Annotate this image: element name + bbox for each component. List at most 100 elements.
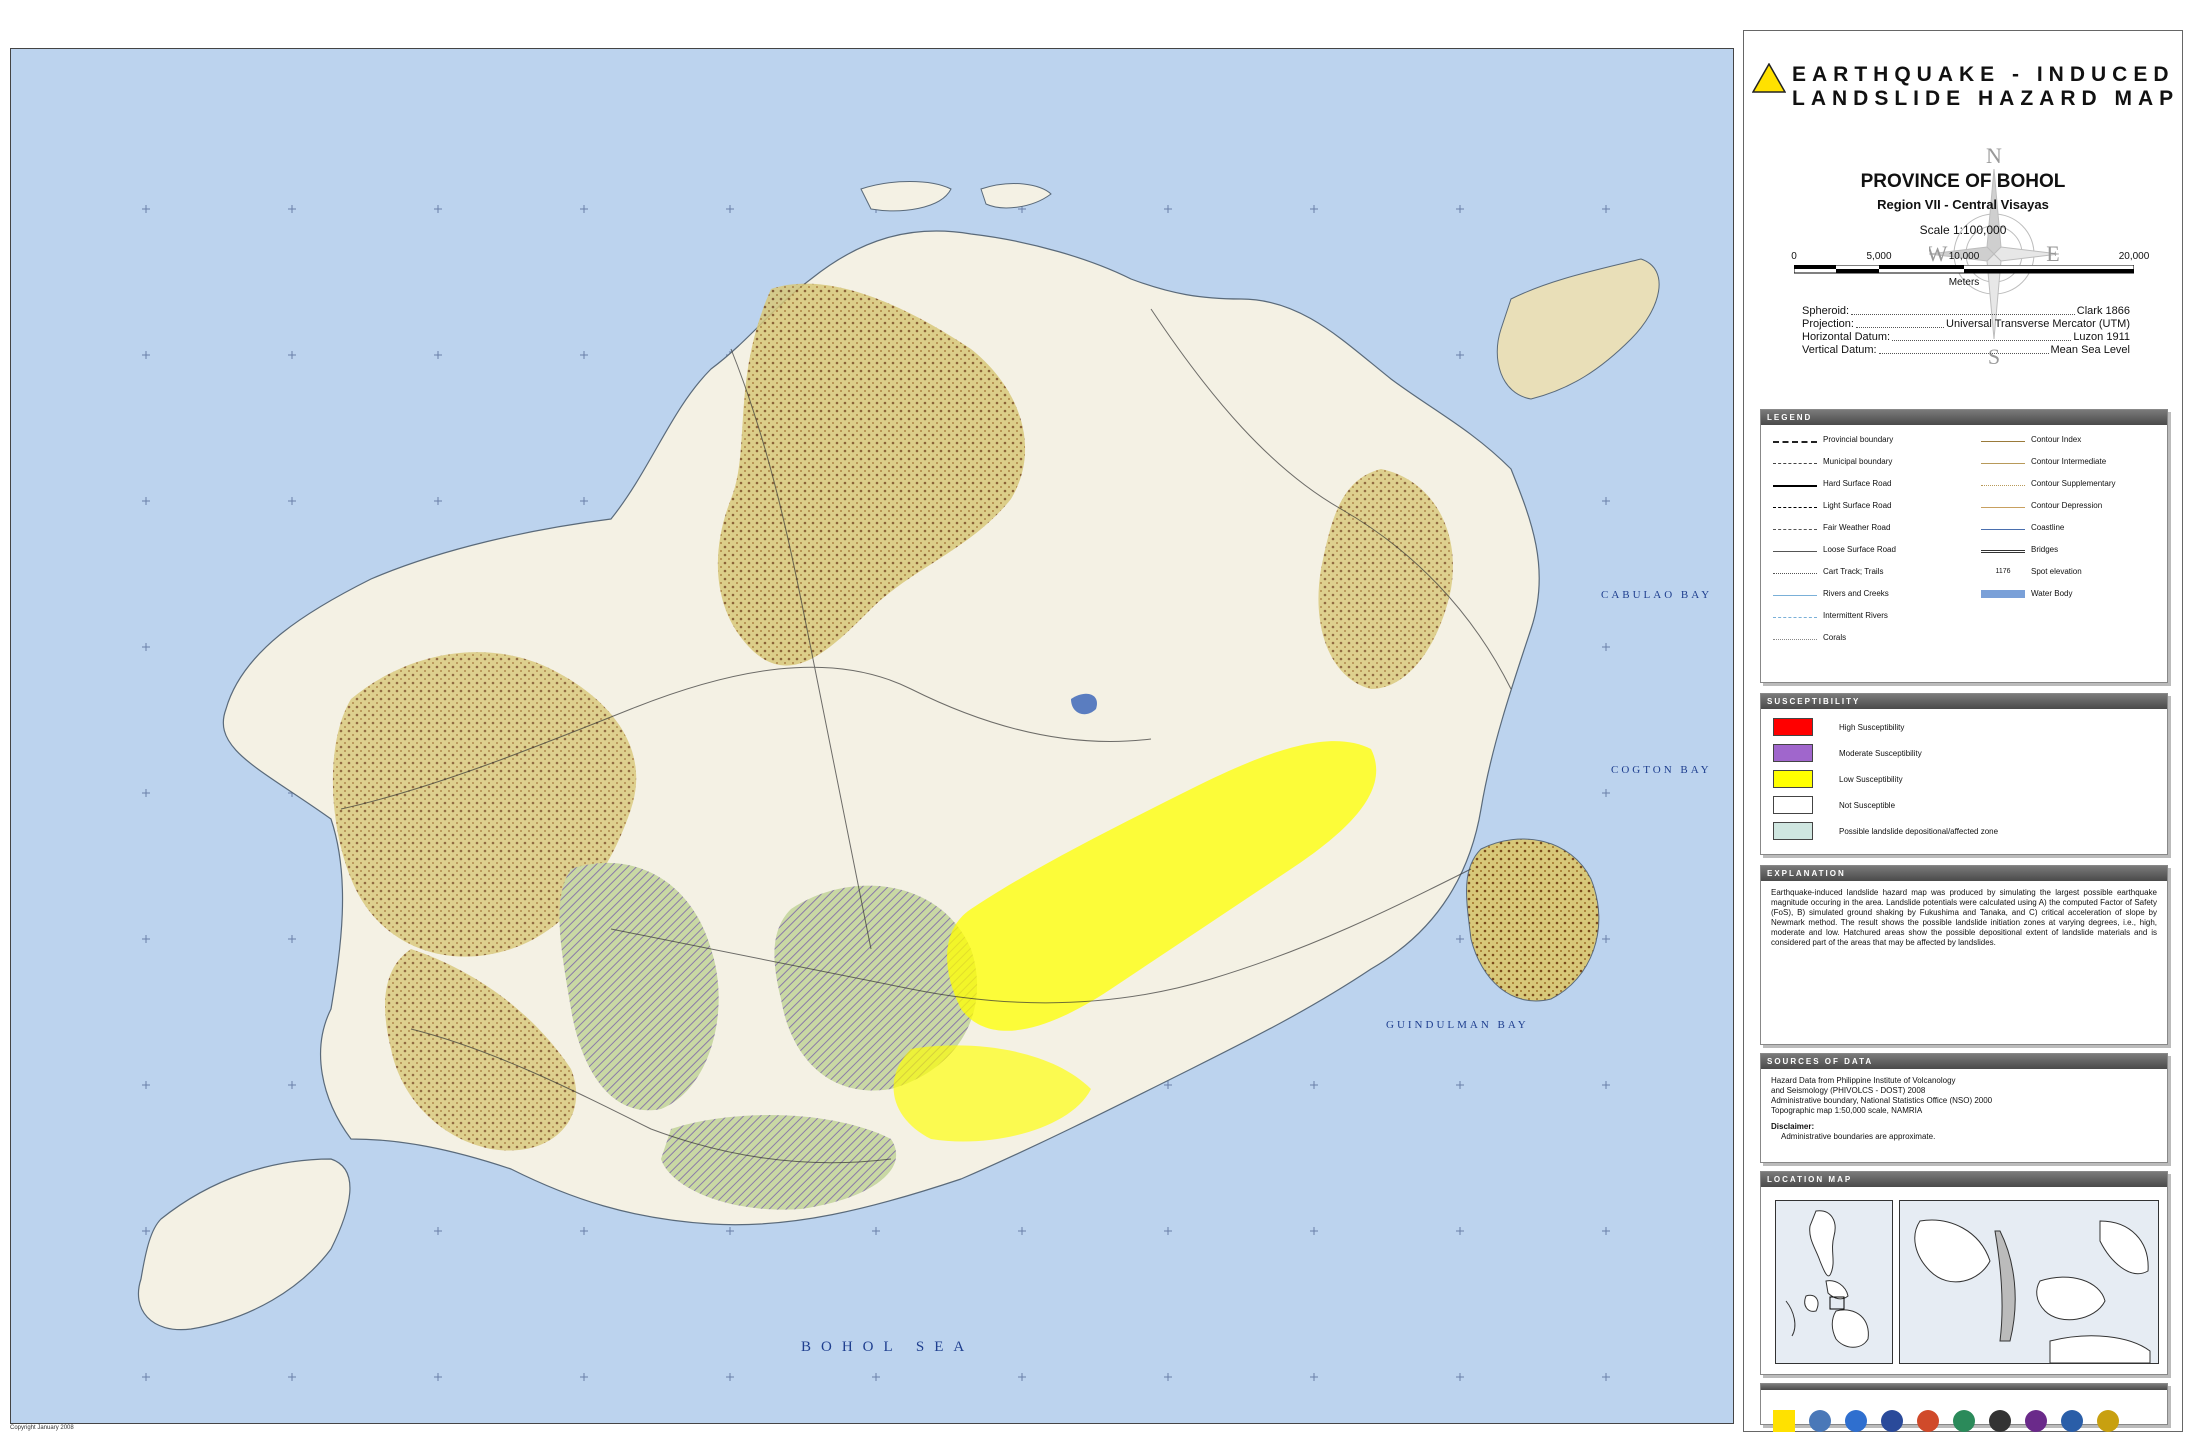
scale-unit: Meters — [1948, 277, 1980, 288]
disclaimer-label: Disclaimer: — [1771, 1122, 1815, 1131]
legend-box: LEGEND Provincial boundary Municipal boun… — [1760, 409, 2168, 683]
explanation-box: EXPLANATION Earthquake-induced landslide… — [1760, 865, 2168, 1045]
legend-symbol — [1981, 485, 2025, 486]
susceptibility-box: SUSCEPTIBILITY High Susceptibility Modera… — [1760, 693, 2168, 855]
susceptibility-heading: SUSCEPTIBILITY — [1761, 694, 2167, 709]
susceptibility-item: Moderate Susceptibility — [1773, 744, 1922, 762]
agency-logo-icon — [1989, 1410, 2011, 1432]
legend-item: Rivers and Creeks — [1773, 589, 1889, 598]
map-title-line1: EARTHQUAKE - INDUCED — [1792, 63, 2175, 86]
legend-label: Contour Index — [2031, 435, 2082, 444]
legend-item: Loose Surface Road — [1773, 545, 1896, 554]
explanation-text: Earthquake-induced landslide hazard map … — [1771, 888, 2157, 947]
source-line: and Seismology (PHIVOLCS - DOST) 2008 — [1771, 1086, 1926, 1095]
legend-label: Water Body — [2031, 589, 2073, 598]
legend-symbol — [1773, 463, 1817, 464]
northeast-islands — [1496, 258, 1660, 400]
legend-symbol — [1773, 573, 1817, 574]
agency-logos-box — [1760, 1383, 2168, 1432]
susceptibility-label: High Susceptibility — [1839, 722, 1905, 732]
legend-item: 1176 Spot elevation — [1981, 567, 2081, 576]
legend-symbol — [1773, 484, 1817, 487]
legend-label: Contour Supplementary — [2031, 479, 2116, 488]
legend-symbol — [1981, 507, 2025, 508]
philippines-inset-map — [1775, 1200, 1893, 1364]
legend-label: Hard Surface Road — [1823, 479, 1892, 488]
legend-item: Contour Depression — [1981, 501, 2102, 510]
agency-logo-icon — [1917, 1410, 1939, 1432]
agency-logo-icon — [1881, 1410, 1903, 1432]
province-title: PROVINCE OF BOHOL — [1860, 171, 2066, 192]
location-map-box: LOCATION MAP — [1760, 1171, 2168, 1375]
legend-symbol: 1176 — [1995, 568, 2011, 575]
legend-item: Municipal boundary — [1773, 457, 1892, 466]
agency-logo-icon — [1845, 1410, 1867, 1432]
legend-label: Provincial boundary — [1823, 435, 1894, 444]
legend-item: Contour Supplementary — [1981, 479, 2116, 488]
sources-heading: SOURCES OF DATA — [1761, 1054, 2167, 1069]
scale-tick: 10,000 — [1948, 251, 1980, 262]
scale-bar-graphic — [1794, 265, 2134, 274]
geo-value: Clark 1866 — [2076, 305, 2130, 317]
legend-symbol — [1773, 617, 1817, 618]
north-islets-2 — [980, 183, 1052, 209]
susceptibility-item: Low Susceptibility — [1773, 770, 1903, 788]
sources-list: Hazard Data from Philippine Institute of… — [1771, 1076, 2157, 1142]
geo-key: Horizontal Datum: — [1802, 331, 1891, 343]
source-line: Topographic map 1:50,000 scale, NAMRIA — [1771, 1106, 1923, 1115]
susceptibility-swatch — [1773, 822, 1813, 840]
legend-symbol — [1981, 529, 2025, 530]
legend-item: Provincial boundary — [1773, 435, 1893, 444]
susceptibility-item: Not Susceptible — [1773, 796, 1895, 814]
legend-symbol — [1981, 463, 2025, 464]
legend-symbol — [1981, 589, 2025, 598]
scale-tick: 5,000 — [1866, 251, 1892, 262]
susceptibility-swatch — [1773, 718, 1813, 736]
susceptibility-swatch — [1773, 744, 1813, 762]
phivolcs-warning-logo-icon — [1773, 1410, 1795, 1432]
visayas-inset-map — [1899, 1200, 2159, 1364]
susceptibility-label: Low Susceptibility — [1839, 774, 1903, 784]
legend-item: Intermittent Rivers — [1773, 611, 1888, 620]
legend-item: Bridges — [1981, 545, 2058, 554]
legend-item: Fair Weather Road — [1773, 523, 1890, 532]
legend-symbol — [1773, 639, 1817, 640]
guindulman-bay-label: GUINDULMAN BAY — [1386, 1019, 1529, 1031]
location-map-heading: LOCATION MAP — [1761, 1172, 2167, 1187]
east-lobe-hills — [1466, 838, 1600, 1002]
legend-label: Rivers and Creeks — [1823, 589, 1889, 598]
source-line: Hazard Data from Philippine Institute of… — [1771, 1076, 1956, 1085]
sources-box: SOURCES OF DATA Hazard Data from Philipp… — [1760, 1053, 2168, 1163]
legend-item: Corals — [1773, 633, 1846, 642]
bohol-hazard-map[interactable] — [11, 49, 1733, 1423]
legend-item: Contour Index — [1981, 435, 2081, 444]
legend-symbol — [1773, 507, 1817, 508]
map-canvas[interactable]: BOHOL SEA CABULAO BAY COGTON BAY GUINDUL… — [10, 48, 1734, 1424]
scale-label: Scale 1:100,000 — [1919, 223, 2007, 237]
explanation-heading: EXPLANATION — [1761, 866, 2167, 881]
susceptibility-swatch — [1773, 796, 1813, 814]
geo-key: Projection: — [1802, 318, 1854, 330]
scale-tick: 20,000 — [2118, 251, 2150, 262]
panglao-island — [137, 1158, 351, 1331]
cabulao-bay-label: CABULAO BAY — [1601, 589, 1713, 601]
legend-label: Cart Track; Trails — [1823, 567, 1884, 576]
legend-label: Corals — [1823, 633, 1847, 642]
agency-logo-icon — [2025, 1410, 2047, 1432]
susceptibility-swatch — [1773, 770, 1813, 788]
legend-symbol — [1981, 550, 2025, 553]
susceptibility-label: Possible landslide depositional/affected… — [1839, 826, 1999, 836]
legend-label: Municipal boundary — [1823, 457, 1893, 466]
legend-heading: LEGEND — [1761, 410, 2167, 425]
bohol-sea-label: BOHOL SEA — [801, 1339, 975, 1355]
geo-key: Spheroid: — [1802, 305, 1850, 317]
map-title-line2: LANDSLIDE HAZARD MAP — [1792, 87, 2180, 110]
agency-logo-icon — [2061, 1410, 2083, 1432]
legend-label: Loose Surface Road — [1823, 545, 1896, 554]
geo-value: Mean Sea Level — [2050, 344, 2131, 356]
map-info-panel: EARTHQUAKE - INDUCED LANDSLIDE HAZARD MA… — [1743, 30, 2183, 1432]
legend-label: Coastline — [2031, 523, 2065, 532]
copyright-note: Copyright January 2008 — [10, 1425, 74, 1431]
susceptibility-item: High Susceptibility — [1773, 718, 1904, 736]
legend-symbol — [1773, 551, 1817, 552]
